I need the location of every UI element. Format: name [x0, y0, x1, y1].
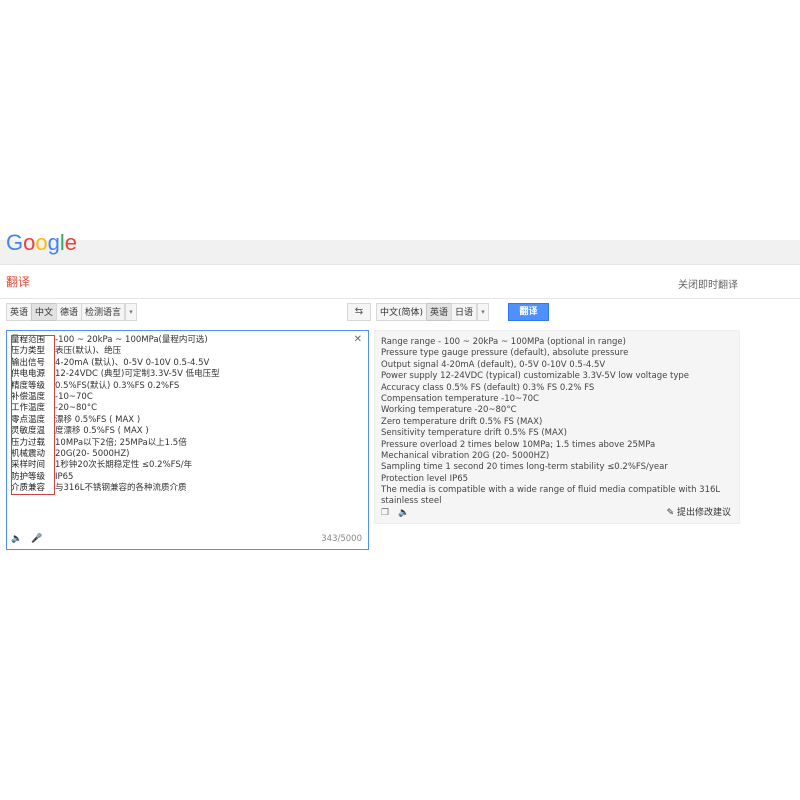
microphone-icon[interactable]: 🎤 — [31, 534, 42, 544]
lang-button-2[interactable]: 德语 — [56, 303, 83, 321]
source-line: 输出信号 4-20mA (默认)、0-5V 0-10V 0.5-4.5V — [11, 358, 220, 369]
source-text: 量程范围 -100 ~ 20kPa ~ 100MPa(量程内可选) 压力类型 表压(默… — [11, 335, 220, 494]
page-title: 翻译 — [6, 275, 31, 289]
source-textarea[interactable]: 量程范围 -100 ~ 20kPa ~ 100MPa(量程内可选) 压力类型 表压(默… — [6, 330, 369, 550]
spec-value: 表压(默认)、绝压 — [55, 346, 122, 357]
source-line: 供电电源 12-24VDC (典型)可定制3.3V-5V 低电压型 — [11, 369, 220, 380]
translation-line: Compensation temperature -10~70C — [381, 393, 539, 404]
swap-languages-button[interactable]: ⇆ — [347, 303, 371, 321]
suggest-edit-label: 提出修改建议 — [676, 508, 731, 518]
translation-line: Sensitivity temperature drift 0.5% FS (M… — [381, 428, 567, 439]
source-line: 机械震动 20G(20- 5000HZ) — [11, 449, 220, 460]
title-bar: 翻译 关闭即时翻译 — [0, 264, 800, 299]
spec-label: 灵敏度温 — [11, 426, 46, 437]
lang-button-0[interactable]: 中文(简体) — [376, 303, 428, 321]
translation-line: Working temperature -20~80°C — [381, 405, 517, 416]
swap-arrows-icon: ⇆ — [354, 306, 364, 317]
spec-value: 1秒钟20次长期稳定性 ≤0.2%FS/年 — [55, 460, 193, 471]
source-line: 防护等级 IP65 — [11, 472, 220, 483]
spec-label: 补偿温度 — [11, 391, 46, 402]
spec-label: 零点温度 — [11, 414, 46, 425]
pencil-icon: ✎ — [666, 508, 675, 518]
source-line: 补偿温度 -10~70C — [11, 392, 220, 403]
translate-app: Google 翻译 关闭即时翻译 英语 中文 德语 检测语言 ▾ ⇆ 中文(简体) 英语日… — [0, 230, 800, 575]
language-dropdown-icon[interactable]: ▾ — [125, 303, 138, 321]
instant-translate-off-link[interactable]: 关闭即时翻译 — [678, 276, 738, 291]
suggest-edit-button[interactable]: ✎ 提出修改建议 — [667, 505, 731, 518]
top-strip: Google — [0, 230, 800, 265]
translate-button[interactable]: 翻译 — [508, 303, 549, 321]
translation-line: Pressure overload 2 times below 10MPa; 1… — [381, 439, 656, 450]
spec-value: 度漂移 0.5%FS ( MAX ) — [55, 426, 149, 437]
source-line: 介质兼容 与316L不锈钢兼容的各种流质介质 — [11, 483, 220, 494]
spec-value: 漂移 0.5%FS ( MAX ) — [55, 414, 141, 425]
source-line: 零点温度 漂移 0.5%FS ( MAX ) — [11, 415, 220, 426]
source-line: 量程范围 -100 ~ 20kPa ~ 100MPa(量程内可选) — [11, 335, 220, 346]
translation-line: Accuracy class 0.5% FS (default) 0.3% FS… — [381, 382, 595, 393]
spec-label: 工作温度 — [11, 403, 46, 414]
char-count: 343/5000 — [321, 534, 362, 544]
source-line: 工作温度 -20~80°C — [11, 403, 220, 414]
close-icon[interactable]: ✕ — [354, 334, 362, 345]
translation-line: The media is compatible with a wide rang… — [381, 485, 721, 496]
source-line: 精度等级 0.5%FS(默认) 0.3%FS 0.2%FS — [11, 381, 220, 392]
spec-label: 量程范围 — [11, 335, 46, 345]
spec-value: -100 ~ 20kPa ~ 100MPa(量程内可选) — [55, 335, 208, 345]
spec-label: 介质兼容 — [11, 483, 46, 494]
spec-label: 输出信号 — [11, 357, 46, 368]
translation-line: Pressure type gauge pressure (default), … — [381, 348, 629, 359]
translation-line: Protection level IP65 — [381, 473, 469, 484]
spec-value: IP65 — [55, 471, 74, 482]
spec-value: -20~80°C — [55, 403, 98, 414]
source-line: 压力类型 表压(默认)、绝压 — [11, 346, 220, 357]
source-line: 采样时间 1秒钟20次长期稳定性 ≤0.2%FS/年 — [11, 460, 220, 471]
spec-label: 防护等级 — [11, 471, 46, 482]
spec-value: 20G(20- 5000HZ) — [55, 448, 130, 459]
translation-line: Mechanical vibration 20G (20- 5000HZ) — [381, 450, 550, 461]
lang-button-2[interactable]: 日语 — [451, 303, 478, 321]
logo-letter: g — [47, 230, 60, 255]
source-line: 灵敏度温 度漂移 0.5%FS ( MAX ) — [11, 426, 220, 437]
logo-letter: o — [23, 230, 36, 255]
translation-line: Sampling time 1 second 20 times long-ter… — [381, 462, 668, 473]
spec-label: 采样时间 — [11, 460, 46, 471]
spec-label: 压力类型 — [11, 346, 46, 357]
spec-value: 12-24VDC (典型)可定制3.3V-5V 低电压型 — [55, 369, 220, 380]
spec-value: 4-20mA (默认)、0-5V 0-10V 0.5-4.5V — [55, 357, 210, 368]
lang-button-3[interactable]: 检测语言 — [81, 303, 126, 321]
speaker-icon[interactable]: 🔈 — [398, 508, 409, 518]
spec-label: 精度等级 — [11, 380, 46, 391]
spec-label: 压力过载 — [11, 437, 46, 448]
language-dropdown-icon[interactable]: ▾ — [477, 303, 490, 321]
lang-button-1[interactable]: 中文 — [31, 303, 58, 321]
google-logo[interactable]: Google — [6, 230, 77, 256]
translation-line: Range range - 100 ~ 20kPa ~ 100MPa (opti… — [381, 337, 626, 347]
logo-letter: e — [64, 230, 78, 255]
speaker-icon[interactable]: 🔈 — [11, 534, 22, 544]
translation-line: Zero temperature drift 0.5% FS (MAX) — [381, 416, 543, 427]
lang-button-0[interactable]: 英语 — [6, 303, 33, 321]
translation-line: Output signal 4-20mA (default), 0-5V 0-1… — [381, 359, 606, 370]
spec-label: 供电电源 — [11, 369, 46, 380]
source-line: 压力过载 10MPa以下2倍; 25MPa以上1.5倍 — [11, 438, 220, 449]
translation-text: Range range - 100 ~ 20kPa ~ 100MPa (opti… — [381, 337, 720, 508]
logo-letter: o — [35, 230, 48, 255]
lang-button-1[interactable]: 英语 — [426, 303, 453, 321]
translation-line: Power supply 12-24VDC (typical) customiz… — [381, 371, 690, 382]
spec-value: 10MPa以下2倍; 25MPa以上1.5倍 — [55, 437, 187, 448]
spec-value: 与316L不锈钢兼容的各种流质介质 — [55, 483, 187, 494]
source-tools: 🔈 🎤 — [11, 534, 48, 544]
translation-output: Range range - 100 ~ 20kPa ~ 100MPa (opti… — [374, 330, 740, 524]
logo-letter: G — [6, 230, 24, 255]
output-tools: ❐ 🔈 — [381, 508, 415, 518]
spec-label: 机械震动 — [11, 448, 46, 459]
spec-value: -10~70C — [55, 391, 93, 402]
copy-icon[interactable]: ❐ — [381, 508, 389, 518]
spec-value: 0.5%FS(默认) 0.3%FS 0.2%FS — [55, 380, 180, 391]
